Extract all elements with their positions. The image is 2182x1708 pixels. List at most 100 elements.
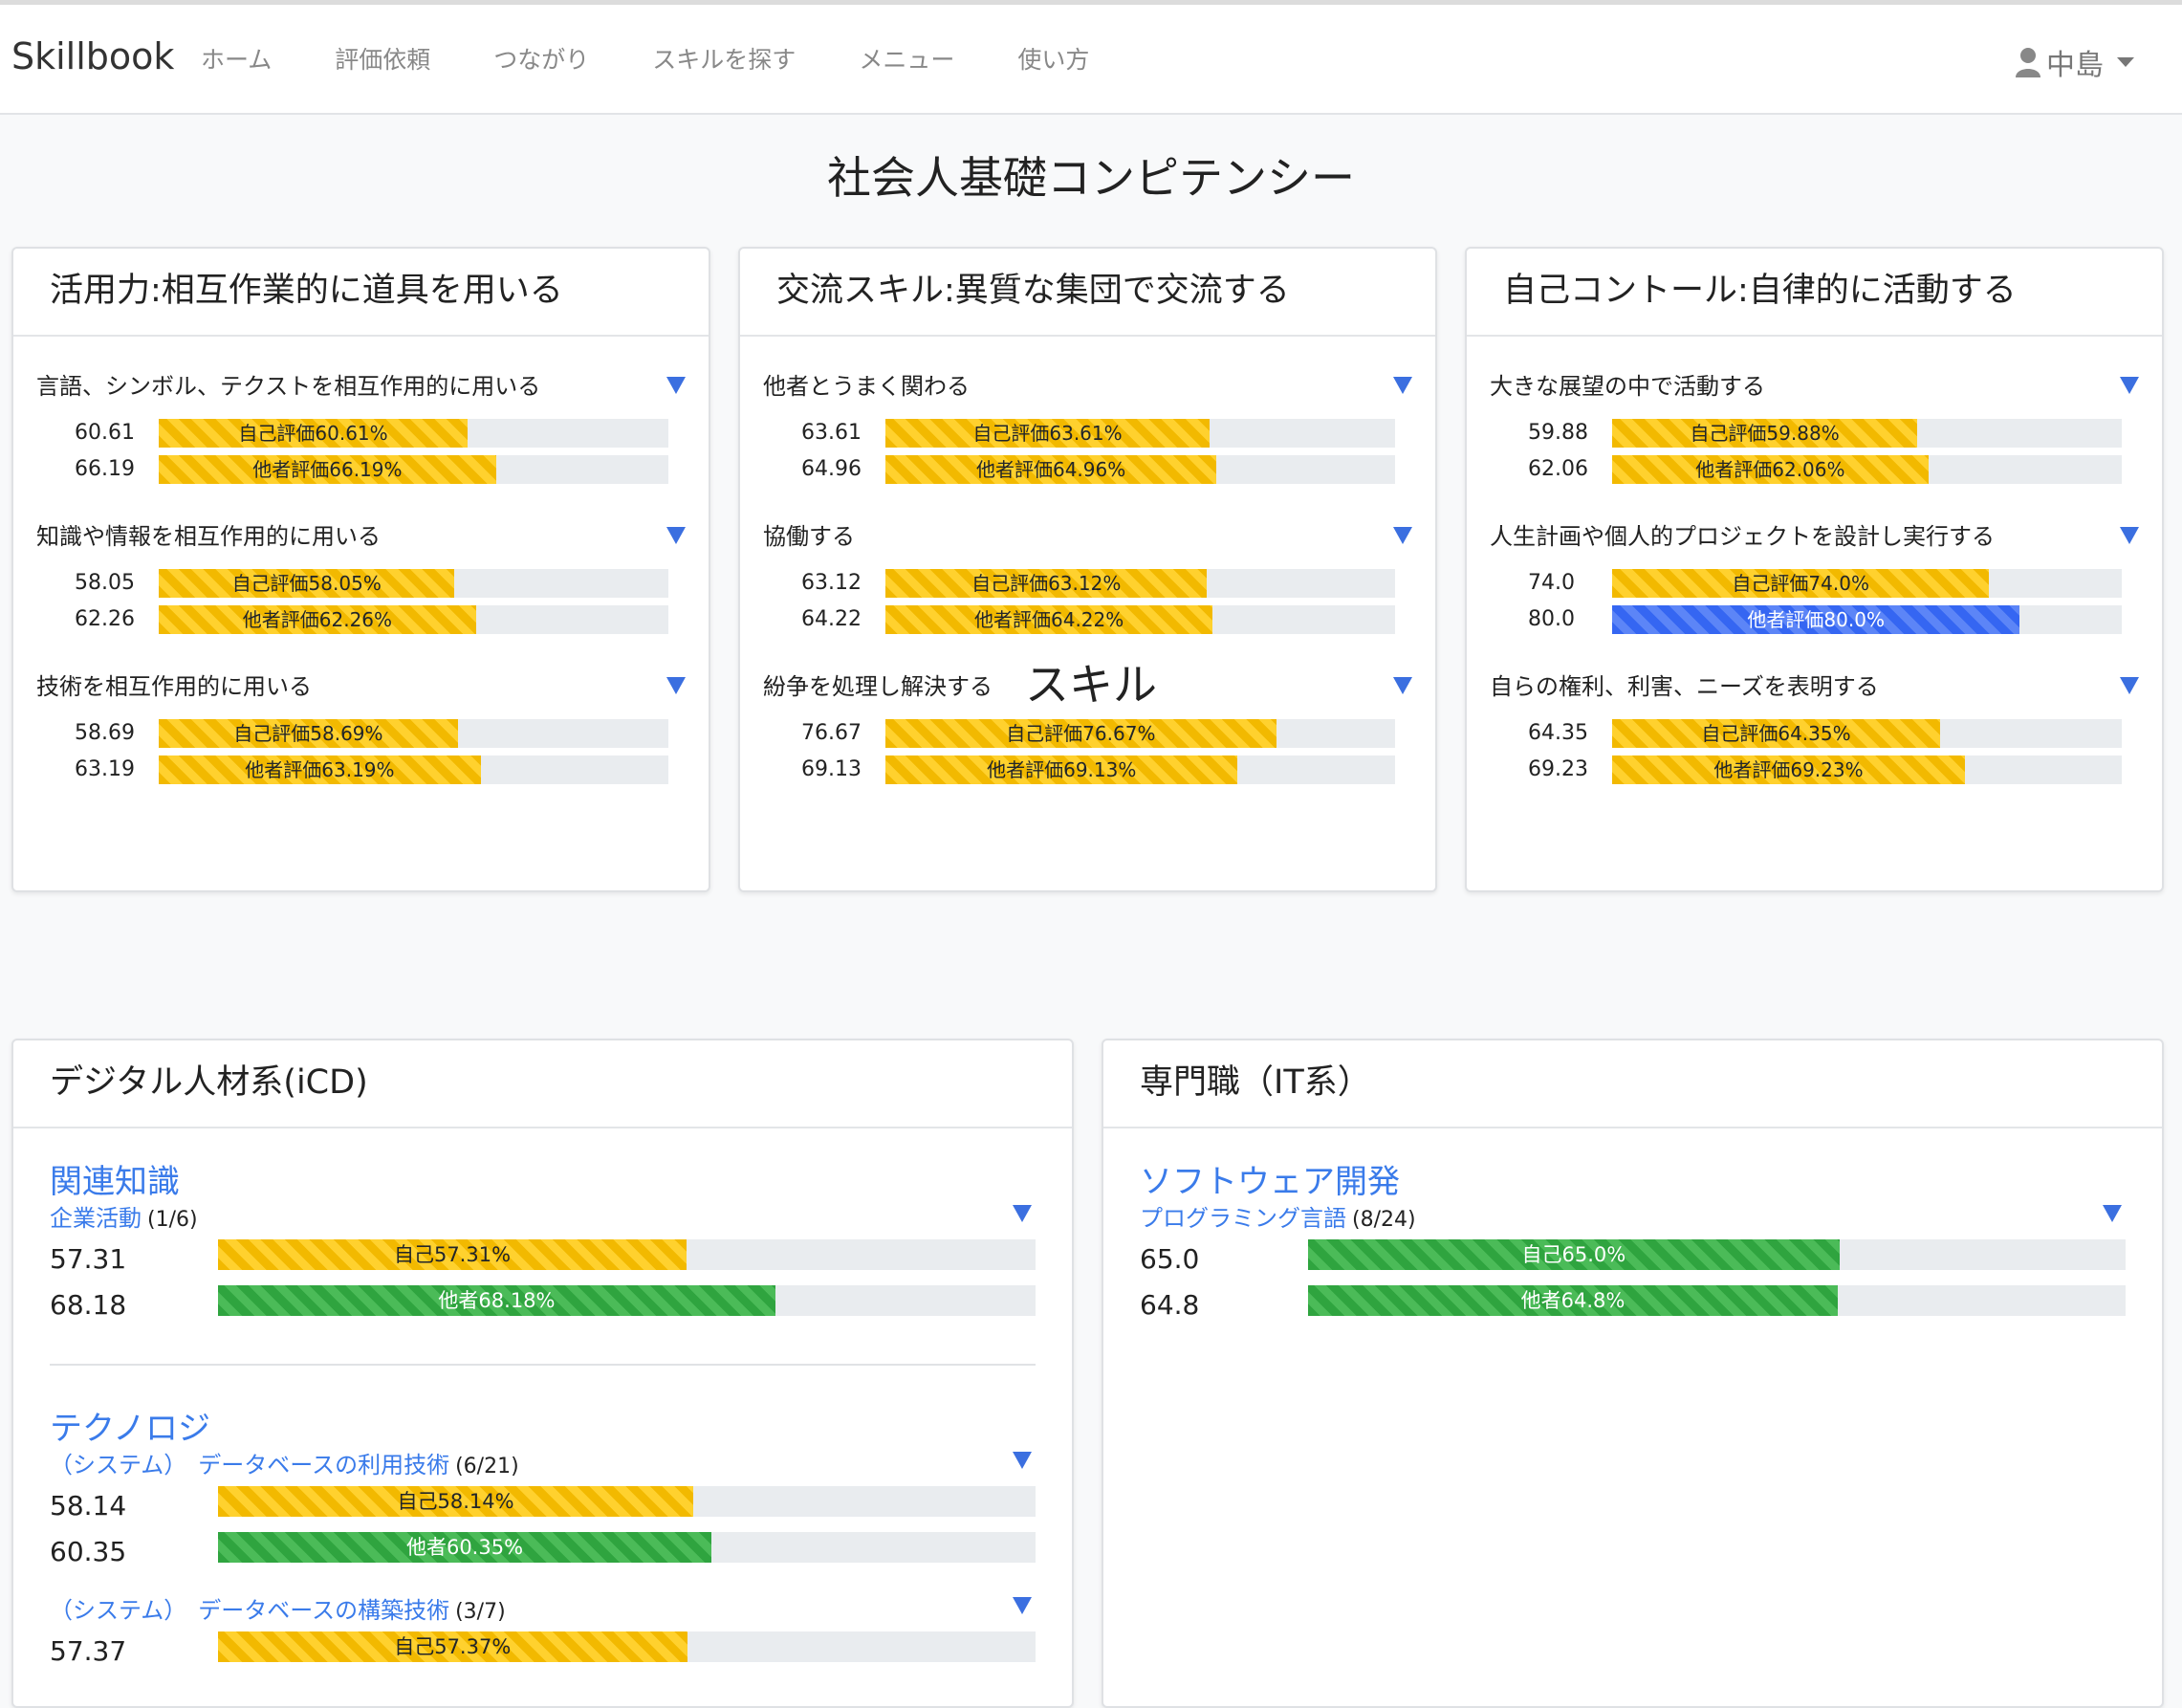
self-eval-number: 63.61 — [801, 421, 862, 445]
progress-track: 他者評価62.06% — [1612, 455, 2122, 484]
skill-item-title[interactable]: プログラミング言語 — [1140, 1205, 1346, 1232]
expand-triangle-icon[interactable] — [666, 377, 686, 394]
progress-track: 他者評価66.19% — [159, 455, 668, 484]
competency-item: 言語、シンボル、テクストを相互作用的に用いる 60.61 自己評価60.61% 66.… — [36, 356, 686, 499]
progress-track: 自己65.0% — [1308, 1239, 2126, 1270]
competency-card-self-control: 自己コントール:自律的に活動する 大きな展望の中で活動する 59.88 自己評価59.… — [1465, 247, 2164, 892]
skill-item: 企業活動 (1/6) 57.31 自己57.31% 68.18 他者68.18% — [50, 1199, 1036, 1333]
expand-triangle-icon[interactable] — [2103, 1205, 2122, 1222]
other-eval-bar: 他者評価69.23% — [1612, 755, 1965, 784]
other-eval-bar: 他者評価62.26% — [159, 605, 476, 634]
skill-item-link[interactable]: （システム） データベースの利用技術 (6/21) — [50, 1446, 519, 1479]
nav-link-find-skills[interactable]: スキルを探す — [652, 41, 796, 76]
other-eval-bar: 他者評価69.13% — [885, 755, 1238, 784]
skill-item-title[interactable]: （システム） データベースの構築技術 — [50, 1597, 449, 1624]
expand-triangle-icon[interactable] — [1013, 1452, 1032, 1469]
skill-item-link[interactable]: 企業活動 (1/6) — [50, 1199, 198, 1233]
competency-section-title: 社会人基礎コンピテンシー — [827, 152, 1355, 204]
other-eval-number: 80.0 — [1528, 607, 1575, 631]
other-eval-bar: 他者評価64.96% — [885, 455, 1217, 484]
progress-track: 自己評価76.67% — [885, 719, 1395, 748]
self-eval-bar: 自己評価58.69% — [159, 719, 458, 748]
other-eval-number: 64.8 — [1140, 1289, 1200, 1321]
progress-track: 自己57.31% — [218, 1239, 1036, 1270]
competency-item: 大きな展望の中で活動する 59.88 自己評価59.88% 62.06 他者評価62.0… — [1490, 356, 2139, 499]
competency-item: 他者とうまく関わる 63.61 自己評価63.61% 64.96 他者評価64.96% — [763, 356, 1412, 499]
competency-card-katsuyoryoku: 活用力:相互作業的に道具を用いる言語、シンボル、テクストを相互作用的に用いる 60… — [11, 247, 710, 892]
user-menu[interactable]: 中島 — [2016, 41, 2134, 83]
skill-item-title[interactable]: 企業活動 — [50, 1205, 142, 1232]
progress-track: 自己評価58.05% — [159, 569, 668, 598]
self-eval-number: 60.61 — [75, 421, 135, 445]
card-title: 交流スキル:異質な集団で交流する — [740, 249, 1435, 337]
competency-item-title: 他者とうまく関わる — [763, 373, 970, 400]
skill-item-link[interactable]: （システム） データベースの構築技術 (3/7) — [50, 1591, 506, 1625]
competency-item-title: 知識や情報を相互作用的に用いる — [36, 523, 381, 550]
self-eval-bar: 自己57.31% — [218, 1239, 687, 1270]
card-title: 活用力:相互作業的に道具を用いる — [13, 249, 709, 337]
expand-triangle-icon[interactable] — [1013, 1597, 1032, 1614]
competency-item-title: 大きな展望の中で活動する — [1490, 373, 1765, 400]
self-eval-row: 57.37 自己57.37% — [50, 1631, 1036, 1667]
self-eval-row: 76.67 自己評価76.67% — [763, 717, 1412, 748]
self-eval-number: 63.12 — [801, 571, 862, 595]
progress-track: 他者60.35% — [218, 1532, 1036, 1563]
skill-group-title[interactable]: 関連知識 — [50, 1155, 180, 1202]
expand-triangle-icon[interactable] — [1393, 377, 1412, 394]
progress-track: 他者評価62.26% — [159, 605, 668, 634]
skill-item-count: (6/21) — [455, 1455, 519, 1478]
self-eval-row: 57.31 自己57.31% — [50, 1239, 1036, 1275]
self-eval-row: 58.69 自己評価58.69% — [36, 717, 686, 748]
nav-link-menu[interactable]: メニュー — [859, 41, 954, 76]
self-eval-bar: 自己評価64.35% — [1612, 719, 1940, 748]
other-eval-row: 62.06 他者評価62.06% — [1490, 453, 2139, 484]
expand-triangle-icon[interactable] — [1013, 1205, 1032, 1222]
self-eval-row: 65.0 自己65.0% — [1140, 1239, 2126, 1275]
self-eval-bar: 自己評価76.67% — [885, 719, 1276, 748]
self-eval-number: 64.35 — [1528, 721, 1588, 745]
self-eval-row: 60.61 自己評価60.61% — [36, 417, 686, 448]
nav-link-how-to-use[interactable]: 使い方 — [1017, 41, 1089, 76]
progress-track: 他者評価69.13% — [885, 755, 1395, 784]
skill-group-title[interactable]: ソフトウェア開発 — [1140, 1155, 1400, 1202]
progress-track: 他者評価69.23% — [1612, 755, 2122, 784]
skill-card-digital-jinzai-icd: デジタル人材系(iCD) 関連知識 企業活動 (1/6) 57.31 自己57.31% 68… — [11, 1039, 1074, 1708]
competency-item: 人生計画や個人的プロジェクトを設計し実行する 74.0 自己評価74.0% 80.0 他… — [1490, 506, 2139, 649]
progress-track: 他者評価63.19% — [159, 755, 668, 784]
other-eval-bar: 他者68.18% — [218, 1285, 775, 1316]
skill-card-senmonshoku-it: 専門職（IT系） ソフトウェア開発 プログラミング言語 (8/24) 65.0 自己65.… — [1102, 1039, 2164, 1708]
self-eval-bar: 自己評価63.61% — [885, 419, 1211, 448]
skill-item-count: (3/7) — [455, 1600, 506, 1624]
self-eval-number: 58.14 — [50, 1490, 127, 1522]
card-title: 自己コントール:自律的に活動する — [1467, 249, 2162, 337]
nav-link-evaluation-request[interactable]: 評価依頼 — [335, 41, 430, 76]
expand-triangle-icon[interactable] — [2120, 377, 2139, 394]
other-eval-number: 66.19 — [75, 457, 135, 481]
self-eval-bar: 自己58.14% — [218, 1486, 694, 1517]
other-eval-row: 80.0 他者評価80.0% — [1490, 603, 2139, 634]
expand-triangle-icon[interactable] — [666, 527, 686, 544]
other-eval-number: 63.19 — [75, 757, 135, 781]
self-eval-row: 63.12 自己評価63.12% — [763, 567, 1412, 598]
progress-track: 自己57.37% — [218, 1631, 1036, 1662]
other-eval-number: 69.13 — [801, 757, 862, 781]
self-eval-row: 74.0 自己評価74.0% — [1490, 567, 2139, 598]
skill-item-title[interactable]: （システム） データベースの利用技術 — [50, 1452, 449, 1478]
skill-item-count: (8/24) — [1352, 1208, 1416, 1232]
skill-item-link[interactable]: プログラミング言語 (8/24) — [1140, 1199, 1416, 1233]
expand-triangle-icon[interactable] — [1393, 527, 1412, 544]
other-eval-bar: 他者評価63.19% — [159, 755, 481, 784]
other-eval-row: 64.8 他者64.8% — [1140, 1285, 2126, 1321]
other-eval-row: 64.96 他者評価64.96% — [763, 453, 1412, 484]
progress-track: 自己評価59.88% — [1612, 419, 2122, 448]
nav-link-connections[interactable]: つながり — [493, 41, 589, 76]
skill-group-title[interactable]: テクノロジ — [50, 1402, 210, 1449]
competency-item-title: 協働する — [763, 523, 855, 550]
other-eval-row: 64.22 他者評価64.22% — [763, 603, 1412, 634]
progress-track: 自己評価74.0% — [1612, 569, 2122, 598]
expand-triangle-icon[interactable] — [2120, 527, 2139, 544]
brand-logo[interactable]: Skillbook — [11, 35, 174, 77]
nav-link-home[interactable]: ホーム — [201, 41, 272, 76]
other-eval-number: 62.06 — [1528, 457, 1588, 481]
self-eval-bar: 自己評価63.12% — [885, 569, 1208, 598]
